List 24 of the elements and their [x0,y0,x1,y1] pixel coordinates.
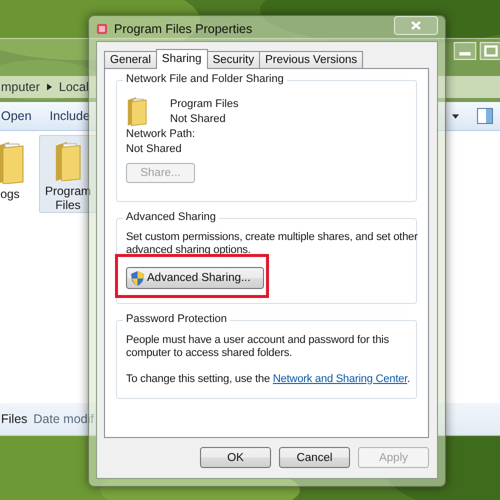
network-path-label: Network Path: [126,127,196,142]
folder-name: Program Files [170,97,238,112]
network-path-value: Not Shared [126,142,183,157]
dialog-button[interactable]: Cancel [279,447,350,468]
advanced-sharing-button[interactable]: Advanced Sharing... [126,267,264,289]
tab[interactable]: General [104,51,157,68]
tab[interactable]: Security [206,51,260,68]
tab[interactable]: Previous Versions [259,51,364,68]
network-sharing-center-link[interactable]: Network and Sharing Center [272,373,408,385]
breadcrumb-item[interactable]: mputer [1,80,40,94]
group-title: Advanced Sharing [123,211,219,223]
details-name: Files [1,412,28,426]
group-title: Password Protection [123,313,230,325]
dialog-button[interactable]: OK [200,447,271,468]
folder-item[interactable]: ogs [0,135,39,213]
description-text: People must have a user account and password for this computer to access shared folders. [126,334,390,360]
window-title: Program Files Properties [114,22,254,36]
tab[interactable]: Sharing [156,49,208,69]
settings-hint: To change this setting, use the Network and Sharing Center. [126,373,412,386]
toolbar-button[interactable]: Open [1,109,32,123]
description-text: Set custom permissions, create multiple shares, and set other advanced sharing options. [126,231,419,257]
breadcrumb-item[interactable]: Local [58,80,89,94]
group-title: Network File and Folder Sharing [123,73,287,85]
share-status: Not Shared [170,112,227,127]
